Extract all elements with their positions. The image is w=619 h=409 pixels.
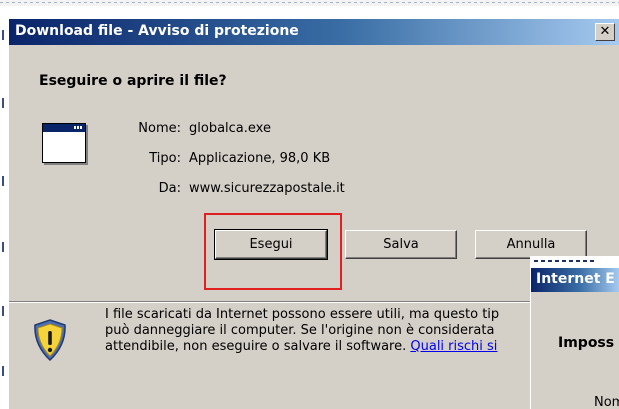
run-button-highlight: [204, 213, 342, 290]
warning-line-3-text: attendibile, non eseguire o salvare il s…: [105, 339, 411, 354]
security-shield-icon: [34, 319, 66, 361]
dialog-title: Download file - Avviso di protezione: [15, 23, 299, 39]
background-window-edge: [0, 6, 8, 409]
secondary-titlebar[interactable]: Internet E: [531, 268, 619, 292]
warning-line-2: può danneggiare il computer. Se l'origin…: [105, 323, 495, 338]
save-button[interactable]: Salva: [345, 230, 457, 259]
background-window-fragment: [530, 256, 619, 268]
file-type-value: Applicazione, 98,0 KB: [189, 151, 331, 166]
file-name-label: Nome:: [138, 121, 181, 136]
internet-explorer-dialog: Internet E Imposs Nom: [530, 268, 619, 409]
warning-line-1: I file scaricati da Internet possono ess…: [105, 307, 500, 322]
cancel-button[interactable]: Annulla: [475, 230, 587, 259]
close-button[interactable]: ✕: [595, 23, 615, 41]
security-warning-text: I file scaricati da Internet possono ess…: [105, 307, 535, 355]
file-source-label: Da:: [158, 181, 181, 196]
secondary-title: Internet E: [536, 271, 615, 287]
download-security-dialog: Download file - Avviso di protezione ✕ E…: [8, 18, 619, 409]
application-window-icon: [42, 123, 86, 163]
secondary-heading: Imposs: [558, 335, 615, 351]
dialog-titlebar[interactable]: Download file - Avviso di protezione ✕: [9, 19, 619, 45]
warning-line-3: attendibile, non eseguire o salvare il s…: [105, 339, 535, 355]
background-window-strip: [0, 0, 619, 6]
dialog-question: Eseguire o aprire il file?: [39, 73, 227, 89]
file-name-value: globalca.exe: [189, 121, 271, 136]
file-source-value: www.sicurezzapostale.it: [189, 181, 345, 196]
dialog-separator: [9, 301, 619, 303]
close-icon: ✕: [599, 24, 611, 39]
risks-link[interactable]: Quali rischi si: [410, 339, 497, 354]
file-type-label: Tipo:: [149, 151, 181, 166]
secondary-name-fragment: Nom: [594, 395, 619, 409]
